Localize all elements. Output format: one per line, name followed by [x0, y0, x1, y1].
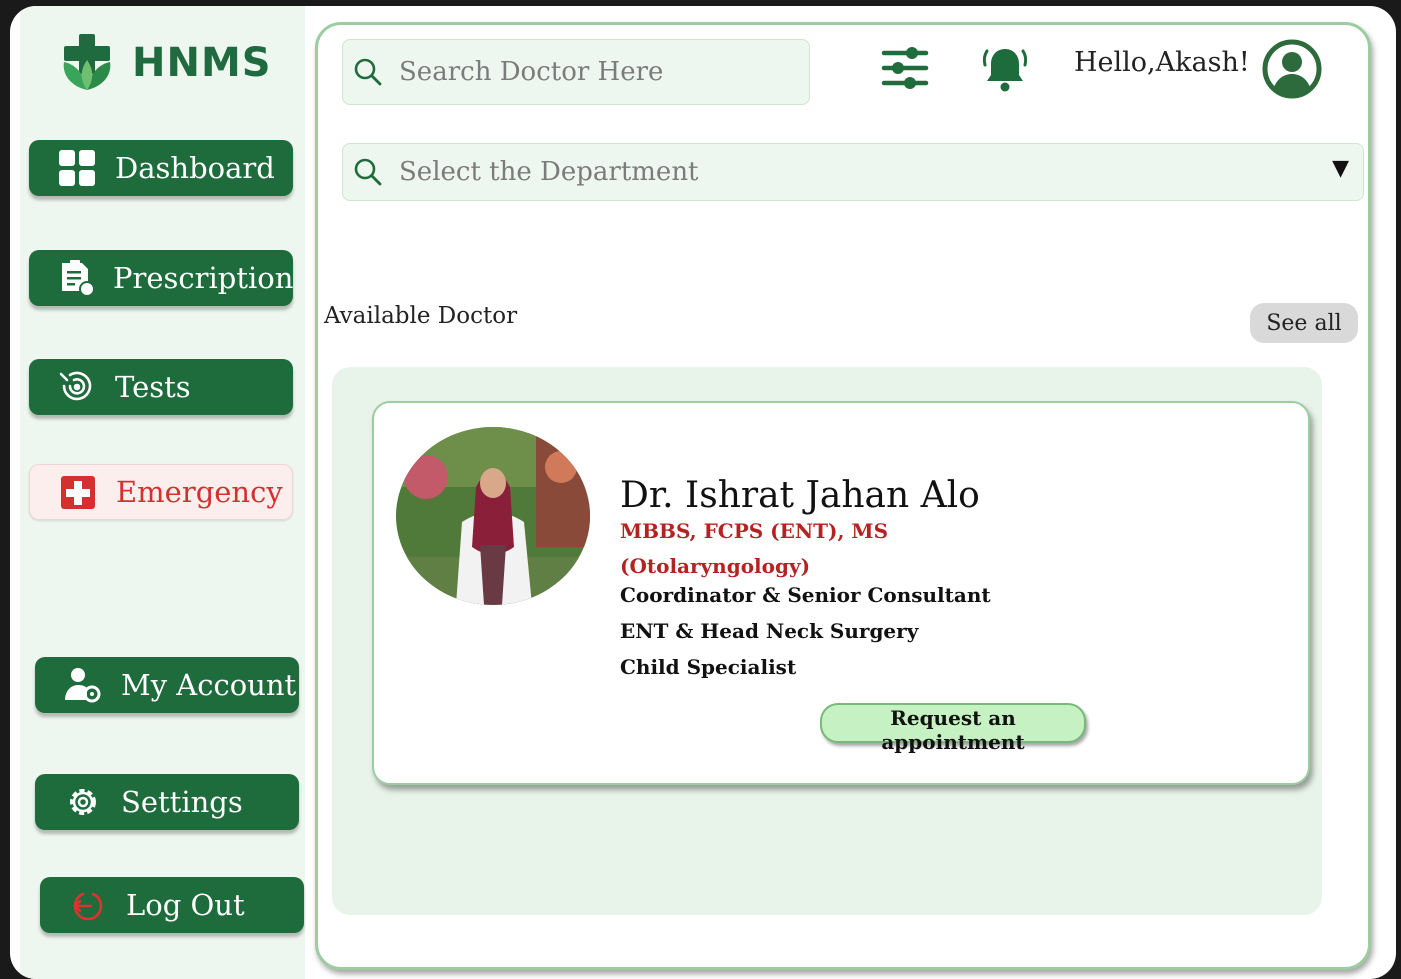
brand-name: HNMS [132, 40, 272, 86]
doctor-list: Dr. Ishrat Jahan Alo MBBS, FCPS (ENT), M… [332, 367, 1322, 915]
doctor-role: Coordinator & Senior Consultant [620, 583, 991, 607]
sidebar-item-label: Settings [121, 785, 243, 819]
sidebar-item-dashboard[interactable]: Dashboard [29, 140, 293, 196]
bell-icon[interactable] [980, 43, 1030, 93]
doctor-photo [396, 427, 590, 605]
request-appointment-button[interactable]: Request an appointment [820, 703, 1086, 754]
doctor-department: ENT & Head Neck Surgery [620, 619, 919, 643]
app-window: HNMS Dashboard Prescription Tests Emerge [10, 6, 1396, 979]
filter-sliders-icon[interactable] [880, 43, 930, 93]
main-panel: Hello,Akash! ▼ Available Doctor See all [315, 22, 1371, 970]
department-input[interactable] [397, 156, 781, 188]
sidebar-item-label: Log Out [126, 888, 245, 922]
sidebar-item-emergency[interactable]: Emergency [29, 464, 293, 520]
sidebar-item-my-account[interactable]: My Account [35, 657, 299, 713]
brand-logo: HNMS [60, 34, 272, 92]
sidebar-item-label: Emergency [116, 475, 283, 509]
doctor-name: Dr. Ishrat Jahan Alo [620, 475, 980, 516]
doctor-degrees: MBBS, FCPS (ENT), MS [620, 519, 889, 543]
department-select[interactable]: ▼ [342, 143, 1364, 201]
sidebar-item-label: My Account [121, 668, 297, 702]
sidebar-item-label: Prescription [113, 261, 294, 295]
doctor-search [342, 39, 810, 105]
see-all-button[interactable]: See all [1250, 303, 1358, 343]
sidebar-item-prescription[interactable]: Prescription [29, 250, 293, 306]
prescription-icon [57, 258, 95, 298]
doctor-specialty: Child Specialist [620, 655, 797, 679]
sidebar-item-label: Dashboard [115, 151, 275, 185]
user-gear-icon [63, 665, 103, 705]
user-avatar-icon[interactable] [1262, 39, 1322, 99]
hnms-logo-icon [63, 34, 111, 90]
emergency-kit-icon [58, 472, 98, 512]
chevron-down-icon[interactable]: ▼ [1332, 156, 1349, 181]
section-title: Available Doctor [324, 303, 518, 329]
gear-icon [63, 782, 103, 822]
doctor-card: Dr. Ishrat Jahan Alo MBBS, FCPS (ENT), M… [372, 401, 1310, 785]
grid-icon [57, 148, 97, 188]
search-icon [354, 58, 382, 86]
sidebar-item-tests[interactable]: Tests [29, 359, 293, 415]
tests-icon [57, 367, 97, 407]
user-greeting: Hello,Akash! [1074, 47, 1250, 78]
search-input[interactable] [397, 56, 781, 88]
sidebar-item-settings[interactable]: Settings [35, 774, 299, 830]
search-icon [354, 158, 382, 186]
sidebar: HNMS Dashboard Prescription Tests Emerge [20, 6, 305, 979]
doctor-degrees-specialty: (Otolaryngology) [620, 554, 811, 578]
sidebar-item-logout[interactable]: Log Out [40, 877, 304, 933]
sidebar-item-label: Tests [115, 370, 191, 404]
logout-icon [68, 885, 108, 925]
